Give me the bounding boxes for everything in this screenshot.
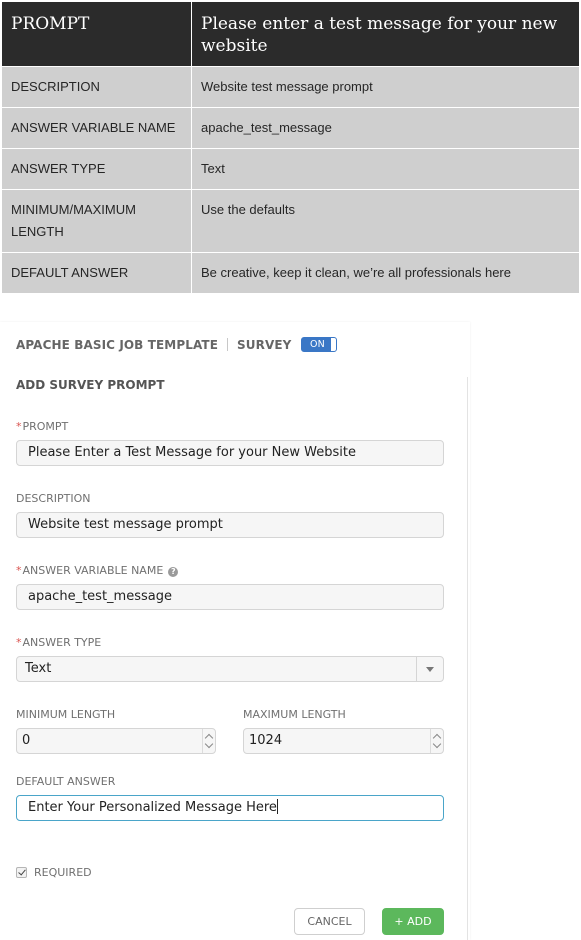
- prompt-input[interactable]: Please Enter a Test Message for your New…: [16, 440, 444, 466]
- select-divider: [416, 657, 417, 681]
- row-value: apache_test_message: [191, 107, 580, 149]
- chevron-down-icon[interactable]: [426, 667, 434, 672]
- add-button[interactable]: + ADD: [382, 908, 444, 935]
- description-input[interactable]: Website test message prompt: [16, 512, 444, 538]
- table-row: ANSWER VARIABLE NAME apache_test_message: [1, 107, 580, 149]
- default-answer-label: DEFAULT ANSWER: [16, 775, 116, 788]
- required-marker: *: [16, 564, 22, 577]
- header-value: Please enter a test message for your new…: [191, 1, 580, 67]
- minimum-length-input[interactable]: 0: [16, 728, 216, 754]
- answer-type-select[interactable]: Text: [16, 656, 444, 682]
- row-key: DEFAULT ANSWER: [1, 252, 192, 294]
- table-row: DEFAULT ANSWER Be creative, keep it clea…: [1, 252, 580, 294]
- survey-toggle-label: ON: [310, 339, 325, 350]
- breadcrumb-separator: [227, 338, 229, 351]
- toggle-knob: [331, 338, 337, 351]
- row-key: DESCRIPTION: [1, 66, 192, 108]
- answer-variable-name-input[interactable]: apache_test_message: [16, 584, 444, 610]
- section-title: ADD SURVEY PROMPT: [16, 378, 165, 392]
- row-value: Be creative, keep it clean, we’re all pr…: [191, 252, 580, 294]
- row-value: Use the defaults: [191, 189, 580, 253]
- survey-toggle[interactable]: ON: [301, 337, 338, 352]
- spinner-down-icon[interactable]: [204, 739, 214, 749]
- row-key: MINIMUM/MAXIMUM LENGTH: [1, 189, 192, 253]
- breadcrumb-survey: SURVEY: [237, 337, 292, 352]
- reference-table-header: PROMPT Please enter a test message for y…: [1, 1, 580, 67]
- answer-type-label-text: ANSWER TYPE: [22, 636, 102, 649]
- answer-type-value: Text: [25, 661, 52, 676]
- answer-variable-name-label-text: ANSWER VARIABLE NAME: [22, 564, 164, 577]
- maximum-length-spinner[interactable]: [430, 729, 443, 753]
- description-label: DESCRIPTION: [16, 492, 91, 505]
- row-value: Website test message prompt: [191, 66, 580, 108]
- table-row: MINIMUM/MAXIMUM LENGTH Use the defaults: [1, 189, 580, 253]
- minimum-length-label: MINIMUM LENGTH: [16, 708, 116, 721]
- table-row: ANSWER TYPE Text: [1, 148, 580, 190]
- cancel-button[interactable]: CANCEL: [294, 908, 365, 935]
- required-marker: *: [16, 420, 22, 433]
- row-value: Text: [191, 148, 580, 190]
- maximum-length-value: 1024: [249, 733, 283, 748]
- spinner-down-icon[interactable]: [432, 739, 442, 749]
- help-icon[interactable]: ?: [168, 567, 179, 577]
- required-marker: *: [16, 636, 22, 649]
- panel-divider: [467, 377, 468, 940]
- maximum-length-input[interactable]: 1024: [243, 728, 444, 754]
- breadcrumb: APACHE BASIC JOB TEMPLATE SURVEY ON: [16, 337, 338, 352]
- reference-table: PROMPT Please enter a test message for y…: [1, 1, 580, 294]
- checkmark-icon[interactable]: [16, 867, 27, 878]
- prompt-label: *PROMPT: [16, 420, 68, 433]
- survey-panel: [0, 322, 470, 940]
- minimum-length-value: 0: [22, 733, 31, 748]
- row-key: ANSWER VARIABLE NAME: [1, 107, 192, 149]
- required-checkbox[interactable]: REQUIRED: [16, 866, 92, 879]
- row-key: ANSWER TYPE: [1, 148, 192, 190]
- default-answer-value: Enter Your Personalized Message Here: [28, 800, 277, 815]
- minimum-length-spinner[interactable]: [202, 729, 215, 753]
- default-answer-input[interactable]: Enter Your Personalized Message Here: [16, 795, 444, 821]
- text-cursor: [276, 799, 278, 814]
- answer-type-label: *ANSWER TYPE: [16, 636, 101, 649]
- maximum-length-label: MAXIMUM LENGTH: [243, 708, 346, 721]
- prompt-label-text: PROMPT: [22, 420, 69, 433]
- header-key: PROMPT: [1, 1, 192, 67]
- breadcrumb-template[interactable]: APACHE BASIC JOB TEMPLATE: [16, 338, 218, 352]
- answer-variable-name-label: *ANSWER VARIABLE NAME?: [16, 564, 179, 577]
- required-label: REQUIRED: [34, 866, 92, 879]
- table-row: DESCRIPTION Website test message prompt: [1, 66, 580, 108]
